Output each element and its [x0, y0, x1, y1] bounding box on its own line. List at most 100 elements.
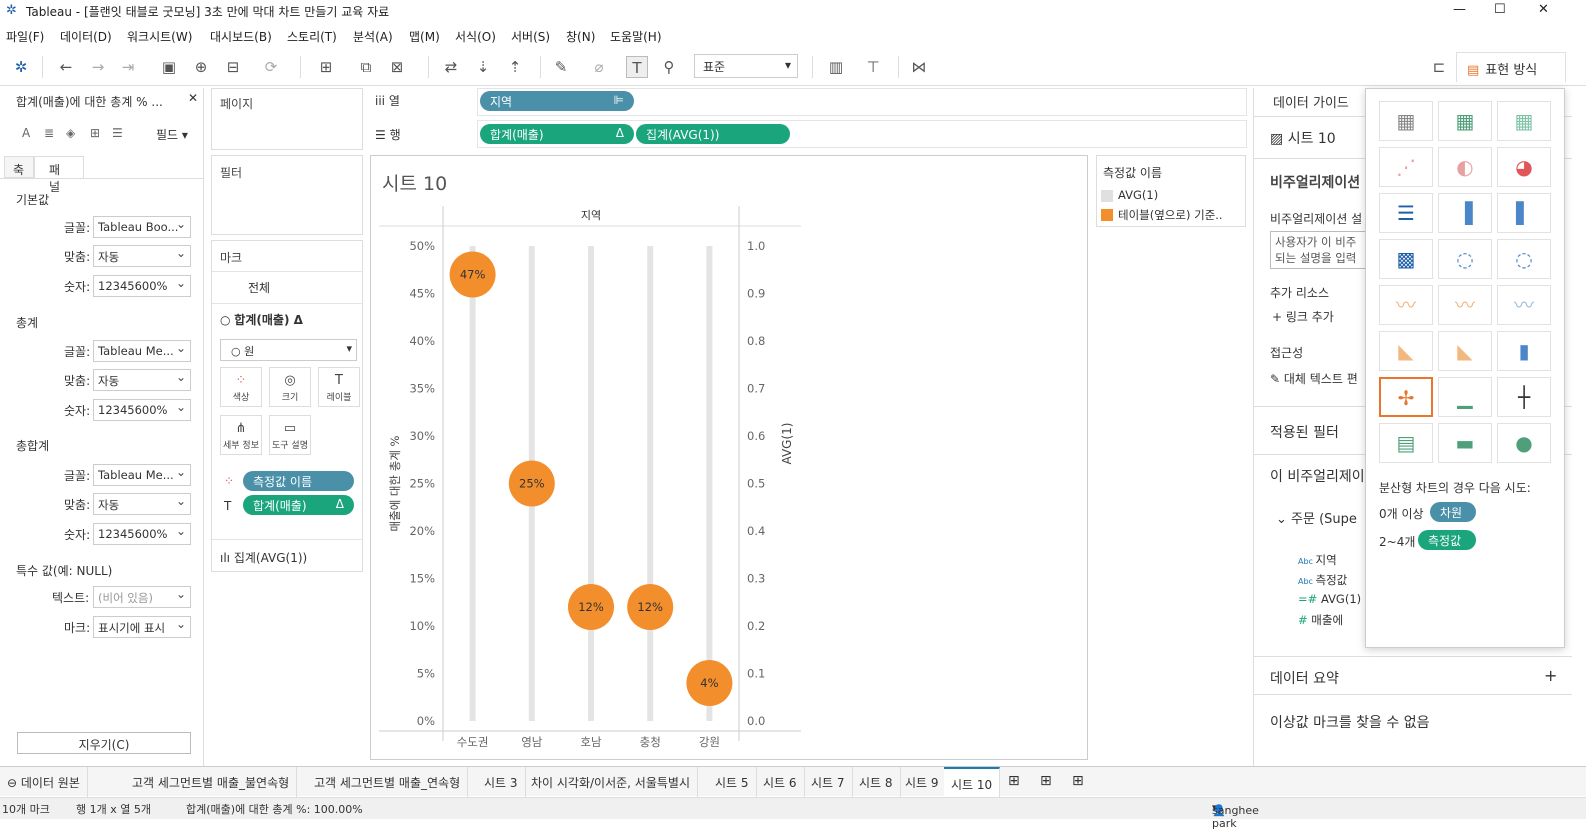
heat-map-icon[interactable]: ▦	[1438, 101, 1492, 141]
align-icon[interactable]: ≣	[44, 126, 54, 140]
font-select[interactable]: Tableau Me...	[93, 340, 191, 362]
filters-card[interactable]: 필터	[211, 155, 363, 235]
circle-view-icon[interactable]: ◌	[1438, 239, 1492, 279]
swap-icon[interactable]: ⇄	[440, 56, 462, 78]
number-select[interactable]: 12345600%	[93, 523, 191, 545]
tab-sheet[interactable]: 차이 시각화/이서준, 서울특별시	[524, 767, 699, 797]
field-item[interactable]: Abc 측정값	[1298, 572, 1347, 588]
color-button[interactable]: ⁘ 색상	[220, 367, 262, 407]
align-select[interactable]: 자동	[93, 493, 191, 515]
close-icon[interactable]: ✕	[188, 91, 198, 105]
sort-desc-icon[interactable]: ⇡	[504, 56, 526, 78]
font-select[interactable]: Tableau Boo...	[93, 216, 191, 238]
tooltip-button[interactable]: ▭ 도구 설명	[269, 415, 311, 455]
detail-button[interactable]: ⋔ 세부 정보	[220, 415, 262, 455]
number-select[interactable]: 12345600%	[93, 275, 191, 297]
tab-sheet[interactable]: 고객 세그먼트별 매출_연속형	[307, 767, 469, 797]
legend-item[interactable]: AVG(1)	[1118, 188, 1158, 202]
clear-button[interactable]: 지우기(C)	[17, 732, 191, 754]
font-select[interactable]: Tableau Me...	[93, 464, 191, 486]
tab-sheet[interactable]: 시트 3	[477, 767, 526, 797]
new-story-icon[interactable]: ⊞	[1072, 773, 1084, 789]
line-discrete-icon[interactable]: 〰	[1379, 285, 1433, 325]
new-datasource-icon[interactable]: ⊕	[190, 56, 212, 78]
legend-item[interactable]: 테이블(옆으로) 기준..	[1118, 207, 1223, 223]
gantt-chart-icon[interactable]: ▤	[1379, 423, 1433, 463]
clear-sheet-icon[interactable]: ⊠	[386, 56, 408, 78]
scatter-plot-icon[interactable]: ✢	[1379, 377, 1433, 417]
chart[interactable]: 지역 0% 5% 10% 15% 20% 25% 30% 35% 40% 45% 50% 0.0 0.1 0…	[371, 196, 1087, 759]
fit-select[interactable]: 표준 ▾	[694, 54, 798, 78]
card-toggle-icon[interactable]: ▥	[825, 56, 847, 78]
share-icon[interactable]: ⋈	[908, 56, 930, 78]
menu-format[interactable]: 서식(O)	[455, 28, 496, 45]
sort-asc-icon[interactable]: ⇣	[472, 56, 494, 78]
mark-type-select[interactable]: ○ 원 ▾	[220, 339, 357, 361]
minimize-icon[interactable]: —	[1453, 2, 1466, 17]
packed-bubbles-icon[interactable]: ●	[1497, 423, 1551, 463]
menu-window[interactable]: 창(N)	[566, 28, 595, 45]
tab-pane[interactable]: 패널	[34, 156, 84, 194]
side-by-side-bar-icon[interactable]: ▌	[1497, 193, 1551, 233]
tab-sheet[interactable]: 시트 9	[898, 767, 947, 797]
bullet-graph-icon[interactable]: ▬	[1438, 423, 1492, 463]
undo-icon[interactable]: ←	[55, 56, 77, 78]
symbol-map-icon[interactable]: ⋰	[1379, 147, 1433, 187]
align-select[interactable]: 자동	[93, 369, 191, 391]
field-item[interactable]: # 매출에	[1298, 612, 1343, 628]
field-item[interactable]: Abc 지역	[1298, 552, 1337, 568]
field-item[interactable]: =# AVG(1)	[1298, 592, 1361, 606]
new-dashboard-icon[interactable]: ⊞	[1040, 773, 1052, 789]
special-mark-select[interactable]: 표시기에 표시	[93, 616, 191, 638]
tab-sheet[interactable]: 고객 세그먼트별 매출_불연속형	[125, 767, 298, 797]
redo-icon[interactable]: →	[87, 56, 109, 78]
show-me-button[interactable]: ▤ 표현 방식	[1456, 52, 1566, 82]
sum-sales-pill[interactable]: 합계(매출) Δ	[243, 495, 354, 515]
fields-dropdown[interactable]: 필드 ▾	[156, 126, 188, 143]
borders-icon[interactable]: ⊞	[90, 126, 100, 140]
alt-text-button[interactable]: ✎ 대체 텍스트 편	[1270, 370, 1358, 387]
shading-icon[interactable]: ◈	[66, 126, 75, 140]
menu-worksheet[interactable]: 워크시트(W)	[127, 28, 192, 45]
sum-sales-row-pill[interactable]: 합계(매출) Δ	[480, 124, 634, 144]
font-icon[interactable]: A	[22, 126, 30, 140]
tab-sheet[interactable]: 시트 5	[708, 767, 757, 797]
tab-sheet-active[interactable]: 시트 10	[944, 767, 1001, 797]
measure-names-pill[interactable]: 측정값 이름	[243, 471, 354, 491]
text-table-icon[interactable]: ▦	[1379, 101, 1433, 141]
line-continuous-icon[interactable]: 〰	[1438, 285, 1492, 325]
menu-file[interactable]: 파일(F)	[6, 28, 44, 45]
special-text-input[interactable]: (비어 있음)	[93, 586, 191, 608]
datasource-item[interactable]: ⌄ 주문 (Supe	[1276, 508, 1357, 527]
marks-avg-tab[interactable]: ılı 집계(AVG(1))	[220, 549, 307, 566]
tab-datasource[interactable]: ⊖ 데이터 원본	[0, 767, 88, 797]
region-pill[interactable]: 지역 ⊫	[480, 91, 634, 111]
tab-sheet[interactable]: 시트 6	[756, 767, 805, 797]
histogram-icon[interactable]: ▁	[1438, 377, 1492, 417]
avg-row-pill[interactable]: 집계(AVG(1))	[636, 124, 790, 144]
marks-measure-tab[interactable]: ○ 합계(매출) Δ	[220, 311, 303, 328]
add-link-button[interactable]: + 링크 추가	[1272, 308, 1334, 325]
tab-sheet[interactable]: 시트 8	[852, 767, 901, 797]
format-brush-icon[interactable]: ⊏	[1428, 56, 1450, 78]
filled-map-icon[interactable]: ◐	[1438, 147, 1492, 187]
close-icon[interactable]: ✕	[1538, 2, 1549, 17]
number-select[interactable]: 12345600%	[93, 399, 191, 421]
show-labels-icon[interactable]: T	[626, 56, 648, 78]
maximize-icon[interactable]: ☐	[1494, 2, 1506, 17]
menu-story[interactable]: 스토리(T)	[287, 28, 337, 45]
size-button[interactable]: ◎ 크기	[269, 367, 311, 407]
area-discrete-icon[interactable]: ◣	[1438, 331, 1492, 371]
tab-axis[interactable]: 축	[4, 156, 34, 178]
box-plot-icon[interactable]: ┼	[1497, 377, 1551, 417]
replay-icon[interactable]: ⇥	[117, 56, 139, 78]
stacked-bar-icon[interactable]: ▐	[1438, 193, 1492, 233]
marks-all-tab[interactable]: 전체	[248, 279, 270, 296]
menu-data[interactable]: 데이터(D)	[60, 28, 112, 45]
dual-line-icon[interactable]: 〰	[1497, 285, 1551, 325]
menu-map[interactable]: 맵(M)	[409, 28, 440, 45]
horizontal-bar-icon[interactable]: ☰	[1379, 193, 1433, 233]
label-button[interactable]: T 레이블	[318, 367, 360, 407]
group-icon[interactable]: ⌀	[588, 56, 610, 78]
pie-chart-icon[interactable]: ◕	[1497, 147, 1551, 187]
